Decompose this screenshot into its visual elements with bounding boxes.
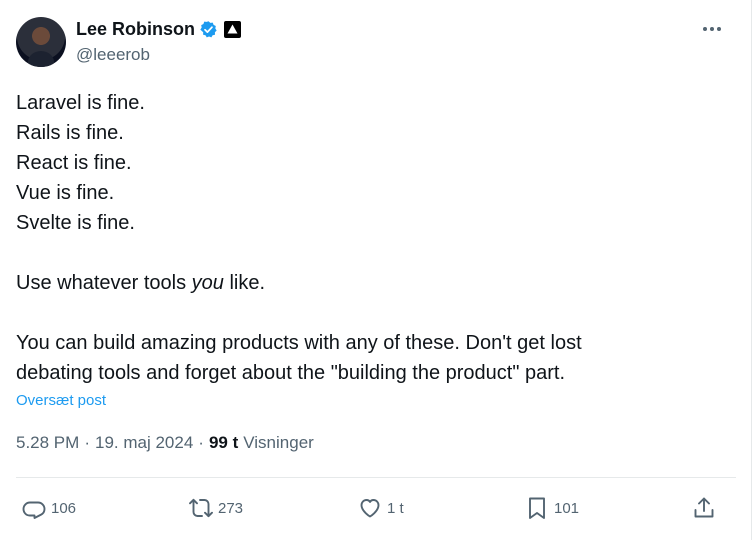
bookmark-button[interactable]: 101	[525, 490, 579, 526]
repost-icon	[189, 498, 213, 518]
tweet-date[interactable]: 19. maj 2024	[95, 433, 193, 453]
reply-count: 106	[51, 499, 77, 517]
tools-emphasis: you	[191, 272, 224, 294]
bookmark-icon	[529, 497, 545, 519]
tweet-line: Laravel is fine.	[16, 92, 145, 114]
avatar[interactable]	[16, 17, 66, 67]
tweet-line: React is fine.	[16, 152, 132, 174]
vercel-triangle-icon[interactable]	[224, 20, 242, 38]
tweet-line: Vue is fine.	[16, 182, 115, 204]
heart-icon	[360, 499, 380, 518]
tweet-line-tools: Use whatever tools you like.	[16, 268, 736, 298]
author-display-name[interactable]: Lee Robinson	[76, 19, 195, 40]
like-button[interactable]: 1 t	[358, 490, 404, 526]
share-button[interactable]	[692, 490, 716, 526]
tweet-card: Lee Robinson @leeerob Laravel is fine. R…	[0, 0, 752, 540]
divider	[16, 477, 736, 478]
like-count: 1 t	[387, 499, 404, 517]
tools-prefix: Use whatever tools	[16, 272, 192, 294]
reply-button[interactable]: 106	[22, 490, 76, 526]
tweet-time[interactable]: 5.28 PM	[16, 433, 79, 453]
tweet-line: Rails is fine.	[16, 122, 124, 144]
more-options-icon[interactable]	[700, 20, 724, 38]
share-icon	[694, 497, 714, 518]
tweet-text: Laravel is fine. Rails is fine. React is…	[16, 88, 736, 388]
views-count[interactable]: 99 t	[209, 433, 238, 453]
translate-post-link[interactable]: Oversæt post	[16, 392, 106, 409]
tweet-line-closing-1: You can build amazing products with any …	[16, 332, 582, 354]
tweet-line: Svelte is fine.	[16, 212, 135, 234]
verified-badge-icon[interactable]	[199, 20, 218, 39]
meta-separator: ·	[84, 433, 90, 452]
reply-icon	[22, 501, 46, 519]
tools-suffix: like.	[223, 272, 266, 294]
views-label[interactable]: Visninger	[243, 433, 314, 453]
author-name-row: Lee Robinson	[76, 18, 242, 40]
bookmark-count: 101	[554, 499, 580, 517]
repost-count: 273	[218, 499, 244, 517]
meta-separator: ·	[198, 433, 204, 452]
tweet-meta: 5.28 PM · 19. maj 2024 · 99 t Visninger	[16, 433, 314, 453]
author-handle[interactable]: @leeerob	[76, 45, 150, 65]
repost-button[interactable]: 273	[189, 490, 243, 526]
tweet-line-closing-2: debating tools and forget about the "bui…	[16, 362, 566, 384]
action-bar: 106 273 1 t 101	[0, 490, 752, 526]
